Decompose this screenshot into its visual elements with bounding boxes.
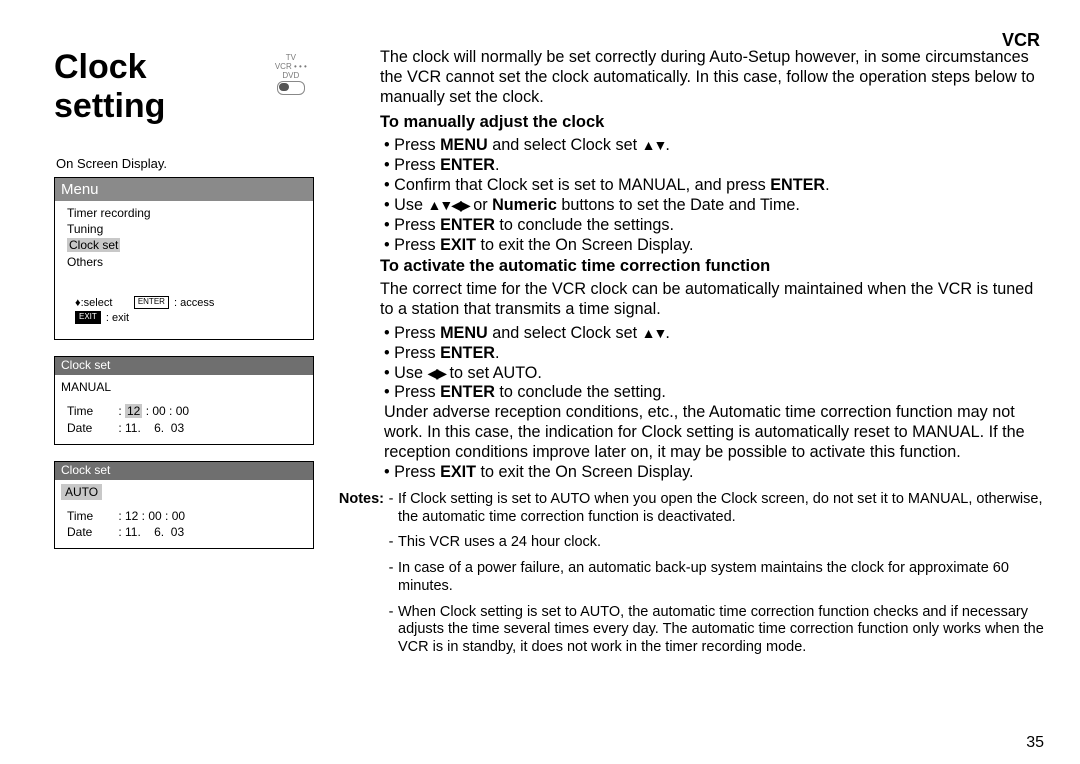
note-item: -If Clock setting is set to AUTO when yo…	[384, 491, 1046, 526]
osd-legend: ♦:select ENTER : access EXIT : exit	[67, 292, 307, 332]
clock2-date-label: Date	[67, 524, 115, 540]
clock1-time-row: Time : 12 : 00 : 00	[67, 403, 307, 419]
left-column: Clock setting TV VCR • • • DVD On Screen…	[54, 48, 314, 665]
clock1-date-value: 11. 6. 03	[125, 420, 184, 436]
clock2-time-value: 12 : 00 : 00	[125, 508, 185, 524]
legend-exit-icon: EXIT	[75, 311, 101, 324]
clock1-date-label: Date	[67, 420, 115, 436]
sec1-b5: Press ENTER to conclude the settings.	[384, 216, 1046, 236]
legend-access-text: : access	[174, 297, 214, 309]
toggle-dots: • • •	[294, 62, 307, 71]
clock1-date-row: Date : 11. 6. 03	[67, 420, 307, 436]
page-title: Clock setting	[54, 48, 248, 126]
clock2-date-value: 11. 6. 03	[125, 524, 184, 540]
right-column: The clock will normally be set correctly…	[380, 48, 1046, 665]
clock1-time-rest: : 00 : 00	[142, 404, 189, 418]
notes-label: Notes:	[318, 491, 384, 665]
sec2-b3: Use ◀▶ to set AUTO.	[384, 364, 1046, 384]
sec1-b1: Press MENU and select Clock set ▲▼.	[384, 136, 1046, 156]
note-item: -In case of a power failure, an automati…	[384, 560, 1046, 595]
sec2-b2: Press ENTER.	[384, 344, 1046, 364]
page-number: 35	[1026, 734, 1044, 752]
note-item: -This VCR uses a 24 hour clock.	[384, 534, 1046, 552]
sec2-intro: The correct time for the VCR clock can b…	[380, 280, 1046, 320]
up-down-icon: ▲▼	[642, 325, 666, 341]
legend-exit-text: : exit	[106, 312, 129, 324]
sec2-list: Press MENU and select Clock set ▲▼. Pres…	[380, 324, 1046, 483]
up-down-icon: ▲▼	[642, 137, 666, 153]
sec2-extra-note: Under adverse reception conditions, etc.…	[384, 403, 1025, 461]
sec2-b4: Press ENTER to conclude the setting.Unde…	[384, 383, 1046, 463]
header-section: VCR	[1002, 30, 1040, 51]
osd-clock-auto: Clock set AUTO Time : 12 : 00 : 00 Date …	[54, 461, 314, 549]
notes-block: Notes: -If Clock setting is set to AUTO …	[318, 491, 1046, 665]
sec1-title: To manually adjust the clock	[380, 112, 1046, 132]
clock2-mode: AUTO	[61, 484, 102, 500]
osd-menu-title: Menu	[55, 178, 313, 201]
clock1-time-hl: 12	[125, 404, 142, 418]
note-item: -When Clock setting is set to AUTO, the …	[384, 604, 1046, 657]
menu-item-tuning: Tuning	[67, 221, 307, 237]
clock2-time-row: Time : 12 : 00 : 00	[67, 508, 307, 524]
clock2-time-label: Time	[67, 508, 115, 524]
sec1-b2: Press ENTER.	[384, 156, 1046, 176]
menu-item-others: Others	[67, 254, 307, 270]
sec2-title: To activate the automatic time correctio…	[380, 256, 1046, 276]
toggle-top-label: TV	[286, 53, 296, 62]
osd-clock2-title: Clock set	[55, 462, 313, 480]
dpad-icon: ▲▼◀▶	[427, 197, 468, 213]
osd-menu: Menu Timer recording Tuning Clock set Ot…	[54, 177, 314, 340]
sec1-b4: Use ▲▼◀▶ or Numeric buttons to set the D…	[384, 196, 1046, 216]
left-right-icon: ◀▶	[427, 365, 445, 381]
toggle-right-label: DVD	[282, 71, 299, 80]
clock1-mode: MANUAL	[61, 379, 307, 395]
sec1-b3: Confirm that Clock set is set to MANUAL,…	[384, 176, 1046, 196]
osd-clock-manual: Clock set MANUAL Time : 12 : 00 : 00 Dat…	[54, 356, 314, 444]
intro-text: The clock will normally be set correctly…	[380, 48, 1046, 108]
osd-clock1-title: Clock set	[55, 357, 313, 375]
sec1-b6: Press EXIT to exit the On Screen Display…	[384, 236, 1046, 256]
legend-select: ♦:select	[75, 297, 112, 309]
clock1-time-label: Time	[67, 403, 115, 419]
legend-enter-icon: ENTER	[134, 296, 169, 309]
osd-caption: On Screen Display.	[56, 156, 314, 171]
clock2-date-row: Date : 11. 6. 03	[67, 524, 307, 540]
sec2-b5: Press EXIT to exit the On Screen Display…	[384, 463, 1046, 483]
sec1-list: Press MENU and select Clock set ▲▼. Pres…	[380, 136, 1046, 256]
menu-item-clockset: Clock set	[67, 238, 120, 252]
sec2-b1: Press MENU and select Clock set ▲▼.	[384, 324, 1046, 344]
menu-item-timer: Timer recording	[67, 205, 307, 221]
vcr-dvd-toggle-icon: TV VCR • • • DVD	[268, 54, 314, 95]
toggle-left-label: VCR	[275, 62, 292, 71]
